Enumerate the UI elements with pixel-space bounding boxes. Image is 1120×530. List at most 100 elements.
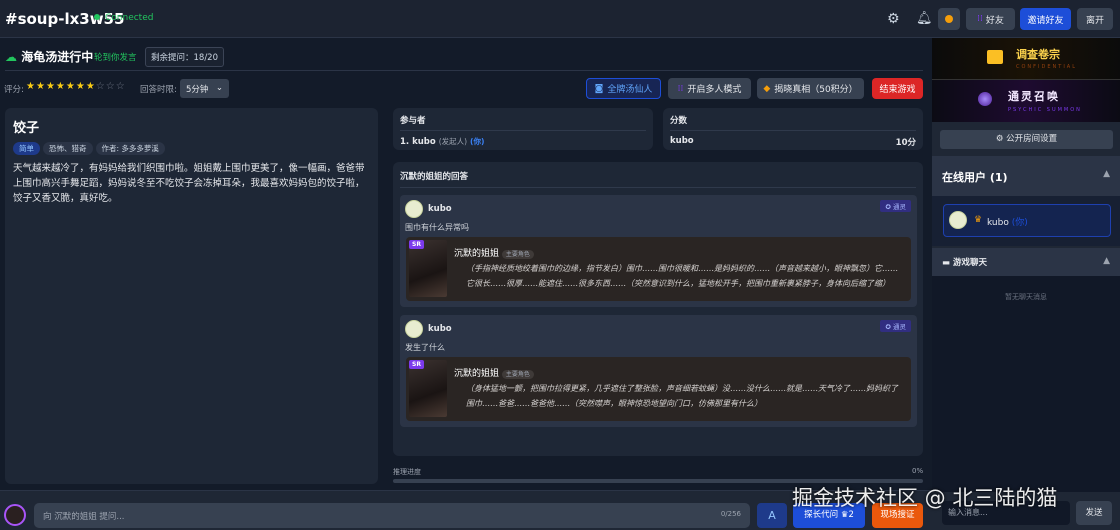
scores-card: 分数 kubo 10分: [663, 108, 923, 150]
send-button[interactable]: 发送: [1076, 501, 1112, 525]
immortal-button[interactable]: ◙ 全牌汤仙人: [586, 78, 661, 99]
answers-title: 沉默的姐姐的回答: [400, 170, 916, 188]
participant-name: 1. kubo: [400, 137, 436, 147]
question-text: 围巾有什么异常吗: [405, 223, 469, 232]
online-user-item[interactable]: ♛ kubo (你): [943, 204, 1111, 237]
crystal-ball-icon: [978, 92, 992, 106]
time-limit-label: 回答时限:: [140, 85, 177, 95]
participant-you: (你): [470, 137, 485, 146]
story-title: 饺子: [13, 121, 40, 136]
rarity-badge: SR: [409, 360, 424, 369]
folder-icon: [987, 50, 1003, 64]
character-name: 沉默的姐姐 主要角色: [454, 366, 534, 379]
star-icon[interactable]: ☆: [116, 81, 126, 92]
divider: [5, 70, 923, 71]
psychic-summon-banner[interactable]: 通灵召唤 PSYCHIC SUMMON: [932, 80, 1120, 122]
bell-icon[interactable]: 🔔︎: [916, 11, 933, 26]
invite-friends-button[interactable]: 邀请好友: [1020, 8, 1071, 30]
answer-block: SR 沉默的姐姐 主要角色 （手指神经质地绞着围巾的边缘，指节发白）围巾……围巾…: [406, 237, 911, 301]
online-users-header[interactable]: 在线用户 (1) ▲: [932, 156, 1120, 196]
friends-label: 好友: [985, 15, 1004, 26]
chat-empty: 暂无聊天消息: [1005, 293, 1047, 301]
font-button[interactable]: A: [757, 503, 787, 528]
case-file-subtitle: CONFIDENTIAL: [1016, 64, 1078, 70]
question-user: kubo: [428, 324, 452, 334]
room-settings-label: 公开房间设置: [1006, 134, 1058, 144]
score-row: kubo 10分: [670, 136, 916, 148]
avatar: [949, 211, 967, 229]
rating-stars[interactable]: ★★★★★★★☆☆☆: [26, 81, 126, 92]
avatar: [405, 320, 423, 338]
case-file-title: 调查卷宗: [1016, 48, 1060, 61]
immortal-label: 全牌汤仙人: [607, 85, 653, 95]
psychic-subtitle: PSYCHIC SUMMON: [1008, 107, 1082, 113]
question-input[interactable]: 向 沉默的姐姐 提问... 0/256: [34, 503, 750, 528]
star-icon[interactable]: ★: [26, 81, 36, 92]
answer-text: （手指神经质地绞着围巾的边缘，指节发白）围巾……围巾很暖和……是妈妈织的……（声…: [466, 264, 898, 288]
role-tag: 主要角色: [501, 250, 534, 259]
rarity-badge: SR: [409, 240, 424, 249]
right-sidebar: 调查卷宗 CONFIDENTIAL 通灵召唤 PSYCHIC SUMMON ⚙ …: [932, 38, 1120, 530]
chat-header[interactable]: ▬ 游戏聊天 ▲: [932, 248, 1120, 276]
star-icon[interactable]: ★: [66, 81, 76, 92]
theme-toggle[interactable]: [938, 8, 960, 30]
online-users-title: 在线用户 (1): [942, 171, 1008, 184]
participants-title: 参与者: [400, 114, 646, 131]
end-game-button[interactable]: 结束游戏: [872, 78, 923, 99]
character-name: 沉默的姐姐 主要角色: [454, 246, 534, 259]
char-name: 沉默的姐姐: [454, 369, 500, 379]
crown-icon: ♛: [974, 215, 983, 225]
user-name: kubo: [987, 218, 1009, 228]
gear-icon[interactable]: ⚙: [887, 11, 900, 27]
reveal-label: 揭晓真相（50积分）: [774, 85, 858, 95]
case-file-banner[interactable]: 调查卷宗 CONFIDENTIAL: [932, 38, 1120, 80]
psychic-badge: ✪ 通灵: [880, 320, 911, 332]
psychic-title: 通灵召唤: [1008, 90, 1060, 103]
online-users-list: ♛ kubo (你): [932, 196, 1120, 246]
story-tags: 简单 恐怖、猎奇 作者: 多多多萝溪: [13, 141, 370, 155]
multiplayer-button[interactable]: ⁞⁞ 开启多人模式: [668, 78, 751, 99]
psychic-badge: ✪ 通灵: [880, 200, 911, 212]
time-limit-select[interactable]: 5分钟 ⌄: [180, 79, 229, 98]
leave-button[interactable]: 离开: [1077, 8, 1113, 30]
question-card: kubo ✪ 通灵 围巾有什么异常吗 SR 沉默的姐姐 主要角色 （手指神经质地…: [400, 195, 917, 307]
star-icon[interactable]: ★: [56, 81, 66, 92]
character-avatar[interactable]: [4, 504, 26, 526]
watermark: 掘金技术社区 @ 北三陆的猫: [792, 486, 1058, 510]
reveal-truth-button[interactable]: ◆ 揭晓真相（50积分）: [757, 78, 864, 99]
badge-label: 通灵: [893, 323, 906, 331]
star-icon[interactable]: ★: [36, 81, 46, 92]
participant-role: (发起人): [438, 137, 468, 146]
author-tag: 作者: 多多多萝溪: [95, 142, 165, 155]
online-user-name: kubo (你): [987, 215, 1028, 228]
star-icon[interactable]: ☆: [96, 81, 106, 92]
scores-title: 分数: [670, 114, 916, 131]
gear-icon: ⚙: [995, 134, 1004, 144]
sun-icon: [945, 15, 953, 23]
answers-panel: 沉默的姐姐的回答 kubo ✪ 通灵 围巾有什么异常吗 SR 沉默的姐姐 主要角…: [393, 162, 923, 456]
participant-item: 1. kubo (发起人) (你): [400, 136, 646, 147]
genre-tag: 恐怖、猎奇: [43, 142, 93, 155]
game-status: 海龟汤进行中: [21, 50, 94, 64]
star-icon[interactable]: ★: [76, 81, 86, 92]
star-icon[interactable]: ★: [86, 81, 96, 92]
star-icon[interactable]: ★: [46, 81, 56, 92]
avatar: [405, 200, 423, 218]
room-settings-button[interactable]: ⚙ 公开房间设置: [940, 130, 1113, 149]
score-name: kubo: [670, 136, 694, 146]
remaining-questions: 剩余提问：18/20: [145, 47, 224, 67]
char-counter: 0/256: [720, 510, 741, 518]
star-icon[interactable]: ☆: [106, 81, 116, 92]
chevron-down-icon: ⌄: [215, 83, 223, 93]
friends-button[interactable]: ⁞⁞ 好友: [966, 8, 1015, 30]
question-placeholder: 向 沉默的姐姐 提问...: [43, 512, 125, 522]
story-text: 天气越来越冷了，有妈妈给我们织围巾啦。姐姐戴上围巾更美了，像一幅画，爸爸带上围巾…: [13, 163, 365, 204]
collapse-icon[interactable]: ▲: [1103, 256, 1110, 266]
turn-indicator: 轮到你发言: [94, 53, 137, 63]
difficulty-tag: 简单: [13, 142, 40, 155]
time-limit-value: 5分钟: [186, 85, 209, 95]
score-value: 10分: [895, 138, 916, 148]
collapse-icon[interactable]: ▲: [1103, 169, 1110, 179]
character-portrait: SR: [409, 360, 447, 417]
chat-title: ▬ 游戏聊天: [942, 256, 987, 268]
